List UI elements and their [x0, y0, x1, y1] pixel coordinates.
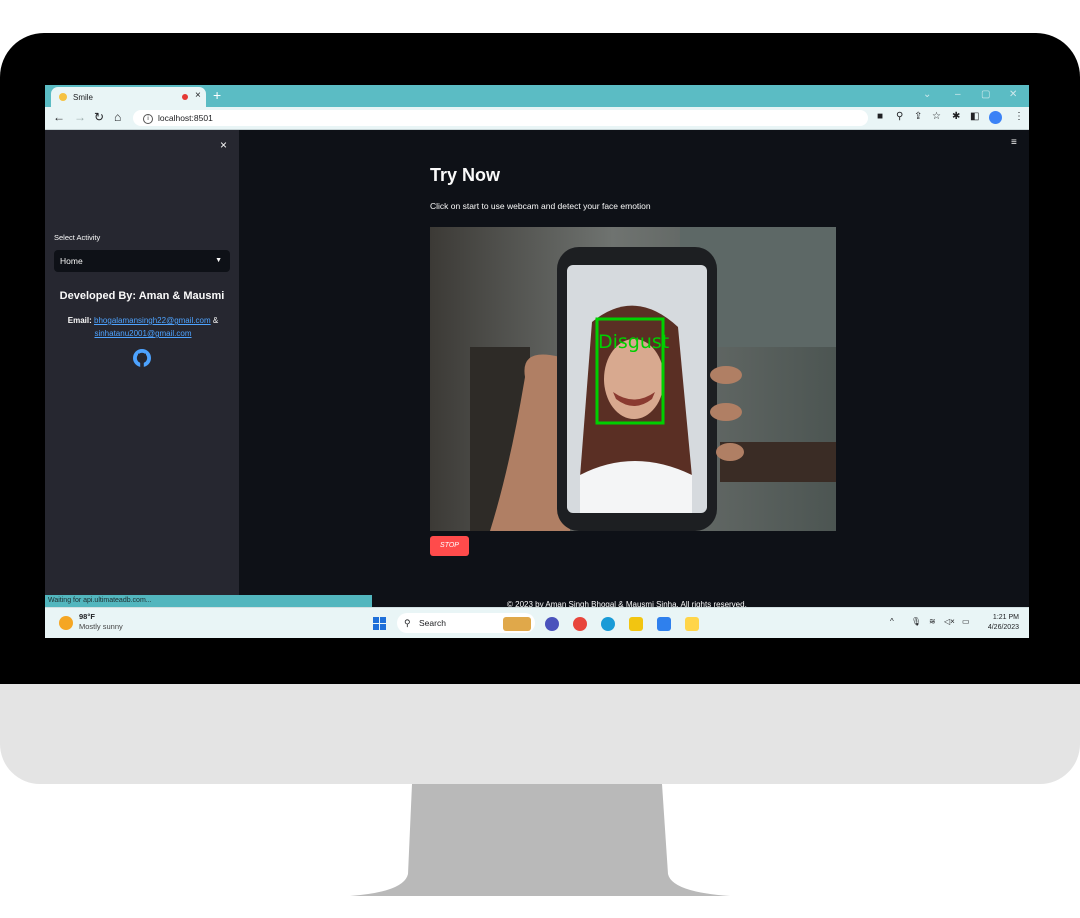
edge-icon[interactable]	[601, 617, 615, 631]
screen: Smile × + ⌄ – ▢ ✕ ← → ↻ ⌂ i localhost:850…	[45, 85, 1029, 638]
search-icon: ⚲	[404, 618, 411, 628]
new-tab-button[interactable]: +	[213, 87, 221, 103]
share-icon[interactable]: ⇪	[914, 111, 922, 122]
windows-start-icon[interactable]	[373, 617, 387, 631]
email-link-mausmi[interactable]: sinhatanu2001@gmail.com	[94, 329, 191, 338]
browser-menu-icon[interactable]: ⋮	[1014, 111, 1024, 122]
tab-bar: Smile × + ⌄ – ▢ ✕	[45, 85, 1029, 107]
github-icon[interactable]	[132, 348, 152, 368]
taskbar: 98°F Mostly sunny ⚲ Search ^ 🎙 ≋ ◁× ▭ 1:…	[45, 607, 1029, 638]
browser-tab[interactable]: Smile ×	[51, 87, 206, 107]
weather-temperature[interactable]: 98°F	[79, 612, 95, 621]
widgets-icon[interactable]	[503, 617, 531, 631]
hamburger-menu-icon[interactable]: ≡	[1011, 137, 1017, 148]
taskbar-clock[interactable]: 1:21 PM 4/26/2023	[985, 613, 1019, 633]
activity-select[interactable]: Home ▼	[54, 250, 230, 272]
activity-select-value: Home	[60, 256, 83, 266]
microphone-icon[interactable]: 🎙	[911, 617, 921, 626]
webcam-frame-image	[430, 227, 836, 531]
address-bar: ← → ↻ ⌂ i localhost:8501 ■ ⚲ ⇪ ☆ ✱ ◧ ⋮	[45, 107, 1029, 130]
maximize-button[interactable]: ▢	[981, 89, 990, 100]
wifi-icon[interactable]: ≋	[929, 617, 936, 626]
volume-icon[interactable]: ◁×	[944, 617, 955, 626]
clock-time: 1:21 PM	[992, 614, 1019, 621]
back-icon[interactable]: ←	[53, 110, 65, 124]
stop-button[interactable]: STOP	[430, 536, 469, 556]
zoom-icon[interactable]: ⚲	[896, 111, 903, 122]
status-bar: Waiting for api.ultimateadb.com...	[45, 595, 372, 607]
python-icon[interactable]	[685, 617, 699, 631]
email-separator: &	[212, 316, 219, 325]
camera-icon[interactable]: ■	[877, 111, 883, 122]
url-text: localhost:8501	[158, 113, 213, 123]
file-explorer-icon[interactable]	[629, 617, 643, 631]
sidebar: × Select Activity Home ▼ Developed By: A…	[45, 130, 239, 595]
email-label: Email:	[67, 316, 92, 325]
vscode-icon[interactable]	[657, 617, 671, 631]
page-title: Try Now	[430, 165, 501, 185]
email-link-aman[interactable]: bhogalamansingh22@gmail.com	[94, 316, 211, 325]
tab-search-icon[interactable]: ⌄	[923, 89, 931, 100]
tray-overflow-icon[interactable]: ^	[890, 617, 894, 626]
developed-by-heading: Developed By: Aman & Mausmi	[59, 290, 225, 302]
chrome-icon[interactable]	[573, 617, 587, 631]
site-info-icon[interactable]: i	[143, 113, 153, 124]
tab-title: Smile	[73, 92, 94, 102]
emotion-label: Disgust	[598, 331, 670, 353]
monitor-stand	[350, 784, 730, 896]
teams-chat-icon[interactable]	[545, 617, 559, 631]
sun-icon[interactable]	[59, 616, 73, 630]
forward-icon[interactable]: →	[74, 110, 86, 124]
weather-condition[interactable]: Mostly sunny	[79, 622, 123, 631]
url-input[interactable]: i localhost:8501	[133, 110, 868, 126]
profile-avatar[interactable]	[989, 111, 1002, 124]
recording-icon	[182, 94, 188, 100]
home-icon[interactable]: ⌂	[114, 110, 121, 124]
chevron-down-icon: ▼	[215, 257, 222, 264]
webcam-feed: Disgust	[430, 227, 836, 531]
select-activity-label: Select Activity	[54, 233, 101, 242]
taskbar-search-label: Search	[419, 618, 446, 628]
smile-favicon-icon	[59, 93, 67, 101]
side-panel-icon[interactable]: ◧	[970, 111, 979, 122]
clock-date: 4/26/2023	[987, 624, 1019, 631]
tab-close-icon[interactable]: ×	[195, 90, 201, 101]
bookmark-star-icon[interactable]: ☆	[932, 111, 941, 122]
reload-icon[interactable]: ↻	[94, 110, 104, 124]
minimize-button[interactable]: –	[955, 89, 961, 100]
battery-icon[interactable]: ▭	[962, 617, 970, 626]
email-info: Email: bhogalamansingh22@gmail.com & sin…	[53, 314, 233, 340]
close-window-button[interactable]: ✕	[1009, 89, 1017, 100]
extensions-icon[interactable]: ✱	[952, 111, 960, 122]
monitor-chin	[0, 684, 1080, 784]
page-subtitle: Click on start to use webcam and detect …	[430, 201, 651, 211]
sidebar-close-icon[interactable]: ×	[220, 138, 227, 152]
